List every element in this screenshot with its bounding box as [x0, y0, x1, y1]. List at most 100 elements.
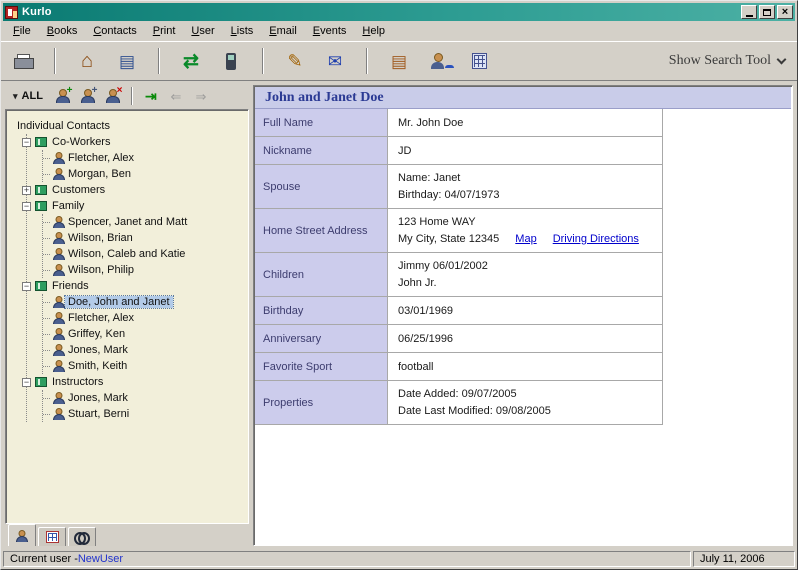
detail-value: JD — [388, 137, 663, 164]
tree-group-friends[interactable]: − Friends — [22, 278, 244, 294]
status-user-prefix: Current user - — [10, 553, 78, 565]
contacts-panel: ▾ ALL + + × Individual Contacts −Co-Workers… — [5, 85, 249, 546]
show-search-tool-label: Show Search Tool — [669, 53, 771, 69]
home-button[interactable] — [69, 46, 105, 76]
contact-tree: Individual Contacts−Co-WorkersFletcher, … — [5, 109, 249, 524]
close-button[interactable]: × — [777, 5, 793, 19]
contact-icon — [53, 216, 64, 228]
menu-events[interactable]: Events — [305, 23, 355, 39]
tab-list[interactable] — [38, 527, 66, 546]
detail-value: Date Added: 09/07/2005Date Last Modified… — [388, 381, 663, 424]
add-contact-button[interactable]: + — [52, 86, 74, 107]
map-link[interactable]: Map — [515, 232, 536, 246]
print-button[interactable] — [5, 46, 41, 76]
toolbar: Show Search Tool — [1, 41, 797, 81]
detail-row-full-name: Full NameMr. John Doe — [255, 109, 663, 137]
driving-directions-link[interactable]: Driving Directions — [553, 232, 639, 246]
detail-label: Properties — [255, 381, 388, 424]
minimize-button[interactable] — [741, 5, 757, 19]
delete-contact-button[interactable]: × — [102, 86, 124, 107]
tree-item-jones-mark[interactable]: Jones, Mark — [43, 390, 244, 406]
tree-item-wilson-philip[interactable]: Wilson, Philip — [43, 262, 244, 278]
tree-line — [43, 238, 50, 239]
tree-line — [43, 158, 50, 159]
detail-label: Spouse — [255, 165, 388, 208]
contact-icon — [53, 392, 64, 404]
tree-item-stuart-berni[interactable]: Stuart, Berni — [43, 406, 244, 422]
contact-icon — [53, 312, 64, 324]
tree-item-fletcher-alex[interactable]: Fletcher, Alex — [43, 150, 244, 166]
menu-contacts[interactable]: Contacts — [85, 23, 144, 39]
detail-line: Birthday: 04/07/1973 — [398, 188, 652, 202]
expand-icon[interactable]: + — [22, 186, 31, 195]
sync-contacts-button[interactable] — [173, 46, 209, 76]
email-button[interactable] — [317, 46, 353, 76]
contact-icon — [53, 248, 64, 260]
menu-lists[interactable]: Lists — [223, 23, 262, 39]
tree-label: Fletcher, Alex — [65, 312, 137, 324]
current-user-link[interactable]: NewUser — [78, 553, 123, 565]
tree-label: Friends — [49, 280, 92, 292]
contact-cards-button[interactable] — [109, 46, 145, 76]
collapse-icon[interactable]: − — [22, 378, 31, 387]
delete-contact-icon: × — [106, 89, 119, 103]
tree-item-fletcher-alex[interactable]: Fletcher, Alex — [43, 310, 244, 326]
group-book-icon — [35, 377, 47, 387]
tree-item-doe-john-and-janet[interactable]: Doe, John and Janet — [43, 294, 244, 310]
menu-email[interactable]: Email — [261, 23, 305, 39]
detail-line: Date Last Modified: 09/08/2005 — [398, 404, 652, 418]
tree-group-customers[interactable]: +Customers — [22, 182, 244, 198]
show-search-tool-button[interactable]: Show Search Tool — [669, 53, 789, 69]
tree-item-wilson-caleb-and-katie[interactable]: Wilson, Caleb and Katie — [43, 246, 244, 262]
tree-item-smith-keith[interactable]: Smith, Keith — [43, 358, 244, 374]
import-contact-button[interactable] — [140, 86, 162, 107]
detail-line: Name: Janet — [398, 171, 652, 185]
tree-root-individual-contacts[interactable]: Individual Contacts — [14, 118, 244, 134]
tree-label: Doe, John and Janet — [65, 296, 173, 308]
detail-label: Home Street Address — [255, 209, 388, 252]
calculator-button[interactable] — [461, 46, 497, 76]
tree-item-morgan-ben[interactable]: Morgan, Ben — [43, 166, 244, 182]
tree-item-jones-mark[interactable]: Jones, Mark — [43, 342, 244, 358]
collapse-icon[interactable]: − — [22, 282, 31, 291]
menu-file[interactable]: File — [5, 23, 39, 39]
contact-icon — [53, 296, 64, 308]
maximize-button[interactable] — [759, 5, 775, 19]
tab-contacts[interactable] — [8, 524, 36, 546]
compose-letter-button[interactable] — [277, 46, 313, 76]
phone-dialer-button[interactable] — [213, 46, 249, 76]
user-report-button[interactable] — [421, 46, 457, 76]
menu-print[interactable]: Print — [145, 23, 184, 39]
detail-text: football — [398, 360, 433, 374]
tree-item-griffey-ken[interactable]: Griffey, Ken — [43, 326, 244, 342]
contacts-toolbar: ▾ ALL + + × — [5, 85, 249, 109]
tree-line — [43, 270, 50, 271]
tree-children: Jones, Mark Stuart, Berni — [42, 390, 244, 422]
add-group-icon: + — [81, 89, 94, 103]
detail-text: Birthday: 04/07/1973 — [398, 188, 500, 202]
tree-group-instructors[interactable]: − Instructors — [22, 374, 244, 390]
all-filter-button[interactable]: ▾ ALL — [7, 88, 49, 104]
menu-user[interactable]: User — [183, 23, 222, 39]
tree-group-container: +Customers — [27, 182, 244, 198]
tree-label: Griffey, Ken — [65, 328, 128, 340]
tree-group-family[interactable]: −Family — [22, 198, 244, 214]
tree-item-spencer-janet-and-matt[interactable]: Spencer, Janet and Matt — [43, 214, 244, 230]
tab-search[interactable] — [68, 527, 96, 546]
tree-label: Individual Contacts — [14, 120, 113, 132]
tree-children: Doe, John and Janet Fletcher, Alex Griffey… — [42, 294, 244, 374]
tree-line — [43, 174, 50, 175]
collapse-icon[interactable]: − — [22, 202, 31, 211]
tree-item-wilson-brian[interactable]: Wilson, Brian — [43, 230, 244, 246]
detail-row-properties: PropertiesDate Added: 09/07/2005Date Las… — [255, 381, 663, 425]
tree-label: Instructors — [49, 376, 106, 388]
tree-label: Stuart, Berni — [65, 408, 132, 420]
card-file-button[interactable] — [381, 46, 417, 76]
menu-books[interactable]: Books — [39, 23, 86, 39]
group-book-icon — [35, 201, 47, 211]
menu-help[interactable]: Help — [354, 23, 393, 39]
collapse-icon[interactable]: − — [22, 138, 31, 147]
add-group-button[interactable]: + — [77, 86, 99, 107]
tree-group-co-workers[interactable]: −Co-Workers — [22, 134, 244, 150]
card-file-icon — [391, 53, 407, 70]
